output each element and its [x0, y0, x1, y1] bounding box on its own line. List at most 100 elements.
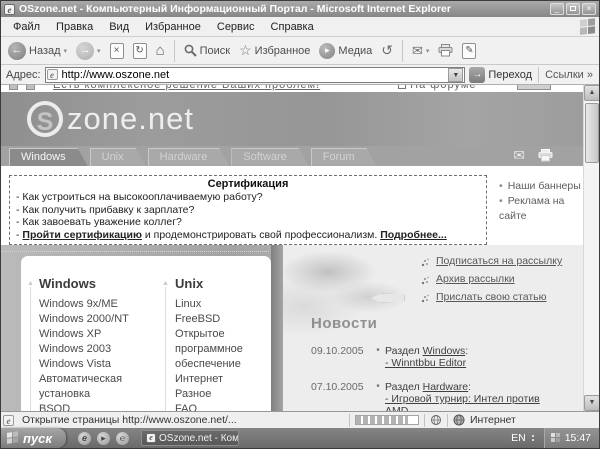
go-button[interactable]: → Переход [469, 66, 534, 83]
ie-icon: e [4, 3, 15, 15]
subscribe-links: Подписаться на рассылку Архив рассылки П… [421, 255, 579, 304]
nav-link[interactable]: Интернет [175, 372, 269, 387]
scroll-arrows-icon: ▲▼ [161, 280, 170, 411]
news-title: Новости [311, 315, 378, 332]
links-button[interactable]: Ссылки » [538, 66, 597, 83]
print-button[interactable] [435, 42, 456, 59]
close-button[interactable]: × [582, 3, 596, 15]
nav-link[interactable]: Linux [175, 297, 269, 312]
back-dropdown-icon[interactable]: ▾ [64, 47, 68, 55]
nav-link[interactable]: Windows 9x/ME [39, 297, 155, 312]
tray-indicator-icon[interactable] [531, 435, 534, 441]
restore-button[interactable] [566, 3, 580, 15]
edit-button[interactable]: ✎ [459, 41, 479, 61]
marquee-strip: Есть комплексное решение Ваших проблем! … [1, 85, 583, 92]
news-detail-link[interactable]: - Игровой турнир: Интел против AMD [385, 393, 540, 411]
history-icon: ↺ [381, 42, 393, 58]
quicklaunch-ie-icon[interactable]: e [78, 431, 91, 445]
address-dropdown-icon[interactable]: ▼ [448, 67, 464, 82]
links-label: Ссылки [545, 68, 584, 81]
refresh-button[interactable]: ↻ [130, 41, 150, 61]
site-logo[interactable]: S zone.net [27, 101, 194, 137]
media-icon: ▸ [319, 42, 336, 59]
subscribe-item: Подписаться на рассылку [421, 255, 579, 268]
site-tab[interactable]: Unix [90, 148, 146, 166]
stop-button[interactable]: × [107, 41, 127, 61]
toolbar-separator [402, 39, 403, 62]
menu-item[interactable]: Избранное [137, 19, 209, 35]
marquee-button[interactable] [516, 85, 551, 90]
menu-item[interactable]: Правка [48, 19, 101, 35]
vertical-scrollbar[interactable]: ▲ ▼ [583, 85, 599, 411]
email-page-icon[interactable]: ✉ [513, 147, 525, 164]
scrollbar-thumb[interactable] [585, 103, 599, 163]
favorites-label: Избранное [254, 44, 311, 57]
zone-pane: Интернет [447, 413, 597, 427]
clock: 15:47 [564, 432, 591, 444]
search-button[interactable]: Поиск [181, 42, 233, 59]
print-page-icon[interactable] [538, 149, 553, 162]
taskbar-task-button[interactable]: e OSzone.net - Комп... [141, 430, 239, 446]
site-tab[interactable]: Windows [9, 148, 88, 166]
forward-dropdown-icon[interactable]: ▾ [97, 47, 101, 55]
address-field-wrap: e ▼ [44, 66, 466, 83]
dotted-separator [1, 251, 269, 252]
more-link[interactable]: Подробнее... [380, 229, 447, 241]
mail-button[interactable]: ✉ ▾ [409, 41, 432, 61]
scroll-down-button[interactable]: ▼ [584, 395, 599, 411]
language-indicator[interactable]: EN [505, 432, 532, 444]
page-icon: e [46, 69, 58, 80]
nav-link[interactable]: FAQ [175, 402, 269, 411]
media-button[interactable]: ▸ Медиа [316, 41, 375, 61]
site-tab[interactable]: Software [231, 148, 308, 166]
site-link[interactable]: Реклама на сайте [499, 194, 583, 224]
scroll-up-button[interactable]: ▲ [584, 85, 599, 101]
toolbar-separator [173, 39, 175, 62]
history-button[interactable]: ↺ [378, 40, 396, 61]
nav-link[interactable]: Разное [175, 387, 269, 402]
nav-link[interactable]: Windows XP [39, 327, 155, 342]
site-tab[interactable]: Hardware [148, 148, 230, 166]
nav-link[interactable]: Автоматическая установка [39, 372, 155, 402]
nav-link[interactable]: Windows 2000/NT [39, 312, 155, 327]
forward-button[interactable]: → ▾ [73, 40, 104, 62]
nav-link[interactable]: Открытое программное обеспечение [175, 327, 269, 372]
news-section-link[interactable]: Hardware [423, 381, 469, 393]
nav-link[interactable]: BSOD [39, 402, 155, 411]
start-button[interactable]: пуск [1, 428, 66, 448]
news-section-link[interactable]: Windows [423, 345, 466, 357]
certification-link[interactable]: Пройти сертификацию [22, 229, 142, 241]
news-detail-link[interactable]: - Winntbbu Editor [385, 357, 466, 369]
subscribe-link[interactable]: Подписаться на рассылку [436, 255, 562, 268]
address-input[interactable] [61, 68, 449, 81]
menu-item[interactable]: Справка [263, 19, 322, 35]
home-button[interactable]: ⌂ [153, 41, 168, 61]
quicklaunch-messenger-icon[interactable]: ℮ [116, 431, 129, 445]
nav-link[interactable]: Windows 2003 [39, 342, 155, 357]
clock-area[interactable]: 15:47 [543, 428, 599, 448]
nav-link[interactable]: FreeBSD [175, 312, 269, 327]
sparkle-dots-icon [421, 276, 429, 285]
subscribe-link[interactable]: Архив рассылки [436, 273, 515, 286]
favorites-button[interactable]: ☆ Избранное [236, 40, 313, 61]
site-tab[interactable]: Forum [311, 148, 377, 166]
menu-item[interactable]: Файл [5, 19, 48, 35]
nav-link[interactable]: Windows Vista [39, 357, 155, 372]
loading-globe-icon [431, 415, 441, 425]
minimize-button[interactable]: _ [550, 3, 564, 15]
forum-checkbox[interactable] [398, 85, 407, 89]
address-bar: Адрес: e ▼ → Переход Ссылки » [1, 65, 599, 85]
menu-item[interactable]: Вид [101, 19, 137, 35]
menu-item[interactable]: Сервис [209, 19, 263, 35]
site-link[interactable]: Наши баннеры [499, 179, 583, 194]
marquee-link[interactable]: Есть комплексное решение Ваших проблем! [53, 85, 320, 91]
back-button[interactable]: ← Назад ▾ [5, 40, 70, 62]
address-label: Адрес: [6, 68, 41, 81]
sparkle-dots-icon [421, 294, 429, 303]
mail-dropdown-icon[interactable]: ▾ [426, 47, 430, 55]
subscribe-link[interactable]: Прислать свою статью [436, 291, 546, 304]
news-date: 07.10.2005 [311, 381, 364, 393]
quicklaunch-mediaplayer-icon[interactable]: ▸ [97, 431, 110, 445]
refresh-icon: ↻ [132, 42, 147, 59]
media-label: Медиа [338, 44, 373, 57]
